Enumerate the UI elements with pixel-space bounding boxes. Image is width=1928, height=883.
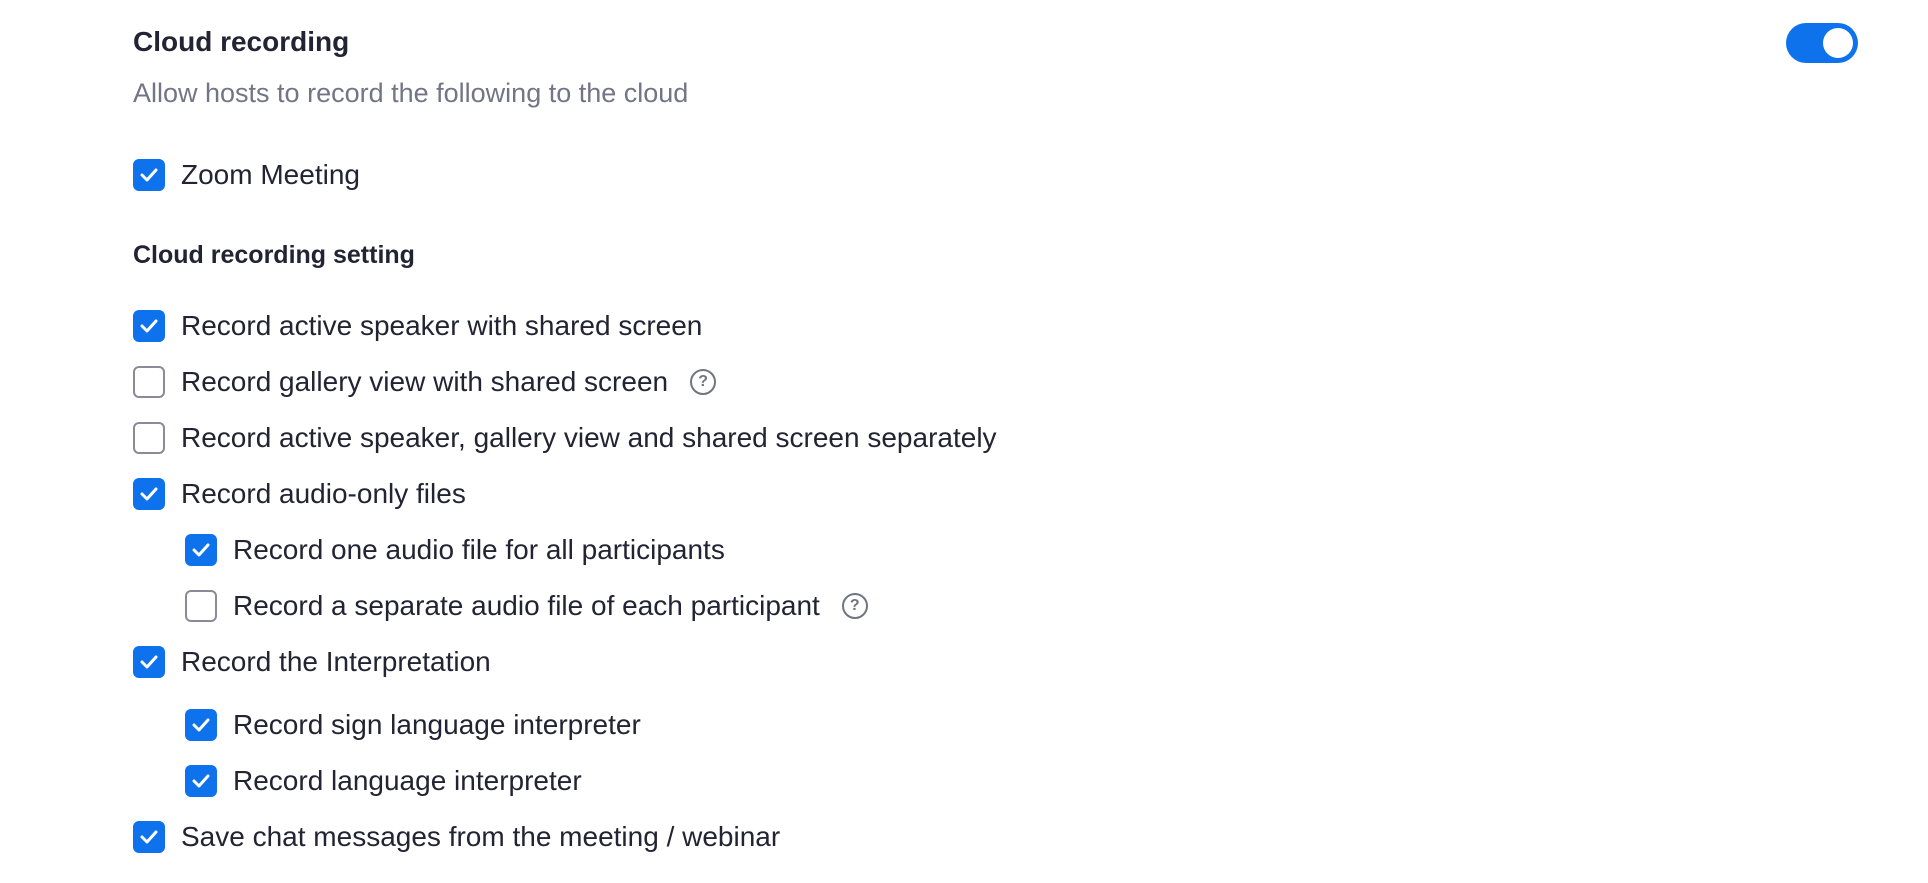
cloud-recording-toggle[interactable] bbox=[1786, 23, 1858, 63]
checkbox[interactable] bbox=[133, 366, 165, 398]
checkbox[interactable] bbox=[133, 422, 165, 454]
checkmark-icon bbox=[140, 168, 158, 182]
checkbox[interactable] bbox=[185, 765, 217, 797]
zoom-meeting-label: Zoom Meeting bbox=[181, 159, 360, 190]
option-label: Record sign language interpreter bbox=[233, 709, 641, 740]
checkbox[interactable] bbox=[185, 590, 217, 622]
checkmark-icon bbox=[140, 655, 158, 669]
option-label: Record a separate audio file of each par… bbox=[233, 590, 820, 621]
option-record-sign-language-interpreter[interactable]: Record sign language interpreter bbox=[185, 705, 641, 745]
cloud-recording-title: Cloud recording bbox=[133, 26, 350, 57]
question-circle-icon[interactable]: ? bbox=[841, 593, 868, 619]
option-record-audio-only-files[interactable]: Record audio-only files bbox=[133, 474, 466, 514]
zoom-meeting-option[interactable]: Zoom Meeting bbox=[133, 155, 360, 195]
option-save-chat-messages[interactable]: Save chat messages from the meeting / we… bbox=[133, 817, 780, 857]
checkbox[interactable] bbox=[133, 646, 165, 678]
checkbox[interactable] bbox=[133, 821, 165, 853]
cloud-recording-description: Allow hosts to record the following to t… bbox=[133, 78, 689, 108]
option-record-separate-audio-file[interactable]: Record a separate audio file of each par… bbox=[185, 586, 868, 626]
option-record-one-audio-file[interactable]: Record one audio file for all participan… bbox=[185, 530, 725, 570]
checkmark-icon bbox=[140, 487, 158, 501]
option-record-interpretation[interactable]: Record the Interpretation bbox=[133, 642, 491, 682]
option-record-separately[interactable]: Record active speaker, gallery view and … bbox=[133, 418, 997, 458]
checkmark-icon bbox=[192, 543, 210, 557]
checkbox[interactable] bbox=[133, 478, 165, 510]
option-label: Record audio-only files bbox=[181, 478, 466, 509]
option-label: Record gallery view with shared screen bbox=[181, 366, 669, 397]
option-label: Record active speaker, gallery view and … bbox=[181, 422, 997, 453]
question-circle-icon[interactable]: ? bbox=[690, 369, 717, 395]
option-label: Record the Interpretation bbox=[181, 646, 491, 677]
option-label: Save chat messages from the meeting / we… bbox=[181, 821, 781, 852]
option-record-active-speaker-shared-screen[interactable]: Record active speaker with shared screen bbox=[133, 306, 702, 346]
checkbox[interactable] bbox=[185, 534, 217, 566]
cloud-recording-setting-heading: Cloud recording setting bbox=[133, 241, 415, 269]
checkmark-icon bbox=[192, 774, 210, 788]
checkmark-icon bbox=[140, 319, 158, 333]
checkbox[interactable] bbox=[185, 709, 217, 741]
option-label: Record language interpreter bbox=[233, 765, 582, 796]
option-label: Record one audio file for all participan… bbox=[233, 534, 725, 565]
zoom-meeting-checkbox[interactable] bbox=[133, 159, 165, 191]
option-record-language-interpreter[interactable]: Record language interpreter bbox=[185, 761, 582, 801]
toggle-knob bbox=[1823, 28, 1853, 58]
checkmark-icon bbox=[192, 718, 210, 732]
checkbox[interactable] bbox=[133, 310, 165, 342]
checkmark-icon bbox=[140, 830, 158, 844]
cloud-recording-settings-panel: Cloud recording Allow hosts to record th… bbox=[0, 0, 1928, 883]
option-record-gallery-view-shared-screen[interactable]: Record gallery view with shared screen ? bbox=[133, 362, 717, 402]
option-label: Record active speaker with shared screen bbox=[181, 310, 703, 341]
